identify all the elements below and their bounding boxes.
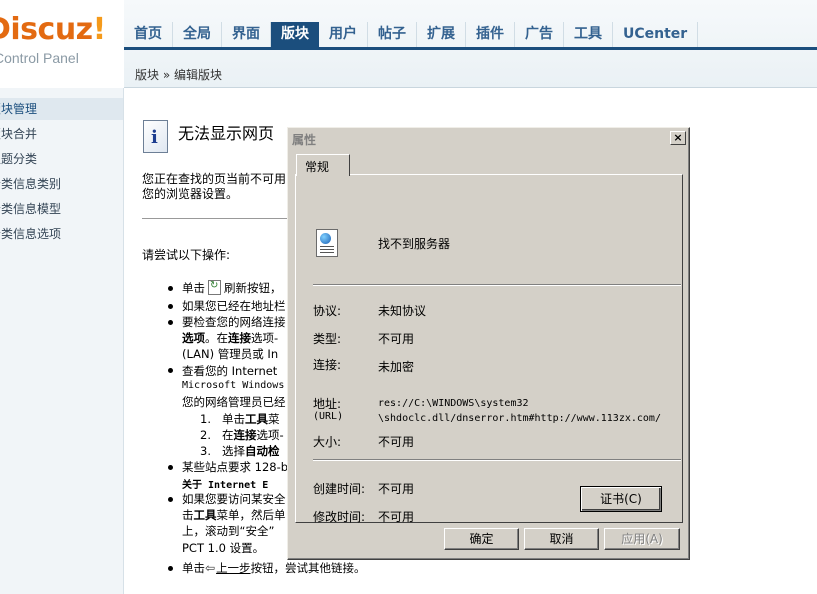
nav-plugins[interactable]: 插件	[466, 22, 515, 47]
type-label: 类型:	[313, 332, 342, 346]
refresh-icon	[208, 280, 221, 295]
bullet-secure-line4: PCT 1.0 设置。	[182, 541, 265, 555]
header: Discuz! Control Panel 首页 全局 界面 版块 用户 帖子 …	[0, 0, 817, 88]
created-value: 不可用	[378, 482, 415, 496]
ok-button[interactable]: 确定	[444, 528, 519, 550]
created-label: 创建时间:	[313, 482, 366, 496]
modified-value: 不可用	[378, 510, 415, 524]
address-line2: \shdoclc.dll/dnserror.htm#http://www.113…	[378, 413, 661, 424]
tab-general[interactable]: 常规	[296, 154, 350, 176]
page-name: 找不到服务器	[378, 237, 451, 251]
logo-text: Discuz!	[0, 12, 106, 47]
back-link[interactable]: 上一步	[216, 561, 251, 575]
dialog-separator	[313, 459, 681, 461]
nav-home[interactable]: 首页	[124, 22, 173, 47]
nav-extensions[interactable]: 扩展	[417, 22, 466, 47]
apply-button[interactable]: 应用(A)	[604, 528, 680, 550]
bullet-dot	[168, 320, 173, 325]
nav-users[interactable]: 用户	[319, 22, 368, 47]
dialog-title: 属性	[292, 133, 317, 147]
bullet-dot	[168, 304, 173, 309]
nav-global[interactable]: 全局	[173, 22, 222, 47]
sub-step-1: 1. 单击工具菜	[200, 412, 280, 426]
modified-label: 修改时间:	[313, 510, 366, 524]
size-value: 不可用	[378, 435, 415, 449]
nav-ads[interactable]: 广告	[515, 22, 564, 47]
bullet-address-bar: 如果您已经在地址栏	[182, 299, 286, 313]
dialog-separator	[313, 284, 681, 286]
try-heading: 请尝试以下操作:	[142, 248, 231, 262]
bullet-secure-line3: 上，滚动到“安全”	[182, 524, 275, 538]
certificate-button[interactable]: 证书(C)	[580, 486, 662, 512]
cancel-button[interactable]: 取消	[524, 528, 599, 550]
protocol-value: 未知协议	[378, 304, 427, 318]
nav-style[interactable]: 界面	[222, 22, 271, 47]
bullet-back: 单击⇦上一步按钮，尝试其他链接。	[182, 561, 366, 575]
error-divider	[142, 218, 288, 219]
nav-underline	[124, 47, 817, 50]
sidebar-item-thread-types[interactable]: 主题分类	[0, 148, 123, 170]
sidebar-item-forum-merge[interactable]: 版块合并	[0, 123, 123, 145]
bullet-network-line2: 选项。在连接选项-	[182, 331, 279, 345]
bullet-128bit-line1: 某些站点要求 128-b	[182, 460, 289, 474]
address-label: 地址:	[313, 397, 342, 411]
bullet-internet-line3: 您的网络管理员已经	[182, 395, 286, 409]
bullet-dot	[168, 465, 173, 470]
breadcrumb: 版块 » 编辑版块	[135, 68, 222, 82]
bullet-128bit-line2: 关于 Internet E	[182, 480, 269, 491]
logo[interactable]: Discuz! Control Panel	[0, 0, 124, 88]
info-icon: i	[143, 120, 168, 153]
bullet-dot	[168, 566, 173, 571]
back-arrow-icon: ⇦	[205, 561, 216, 575]
bullet-network-line3: (LAN) 管理员或 In	[182, 347, 279, 361]
nav-forums[interactable]: 版块	[271, 22, 319, 47]
bullet-network-line1: 要检查您的网络连接	[182, 315, 286, 329]
bullet-internet-line1: 查看您的 Internet	[182, 364, 278, 378]
top-navigation: 首页 全局 界面 版块 用户 帖子 扩展 插件 广告 工具 UCenter	[124, 22, 699, 47]
size-label: 大小:	[313, 435, 342, 449]
sub-step-3: 3. 选择自动检	[200, 444, 280, 458]
bullet-secure-line2: 击工具菜单，然后单	[182, 508, 286, 522]
error-paragraph-line2: 您的浏览器设置。	[142, 187, 239, 201]
nav-tools[interactable]: 工具	[564, 22, 613, 47]
protocol-label: 协议:	[313, 304, 342, 318]
bullet-internet-line2: Microsoft Windows	[182, 380, 285, 391]
bullet-dot	[168, 286, 173, 291]
sub-step-2: 2. 在连接选项-	[200, 428, 284, 442]
sidebar-item-info-options[interactable]: 分类信息选项	[0, 223, 123, 245]
close-icon[interactable]: ×	[670, 131, 686, 145]
logo-subtitle: Control Panel	[0, 50, 79, 66]
sidebar-item-info-categories[interactable]: 分类信息类别	[0, 173, 123, 195]
bullet-dot	[168, 497, 173, 502]
dialog-panel: 找不到服务器 协议: 未知协议 类型: 不可用 连接: 未加密 地址: (URL…	[295, 174, 683, 524]
address-url-label: (URL)	[313, 411, 344, 422]
sidebar-item-forum-manage[interactable]: 版块管理	[0, 98, 123, 120]
connection-label: 连接:	[313, 358, 342, 372]
web-page-icon	[316, 229, 338, 257]
sidebar-item-info-models[interactable]: 分类信息模型	[0, 198, 123, 220]
nav-ucenter[interactable]: UCenter	[613, 22, 699, 47]
sidebar: 版块管理 版块合并 主题分类 分类信息类别 分类信息模型 分类信息选项	[0, 88, 124, 594]
error-title: 无法显示网页	[178, 124, 275, 143]
nav-threads[interactable]: 帖子	[368, 22, 417, 47]
type-value: 不可用	[378, 332, 415, 346]
bullet-refresh: 单击刷新按钮，	[182, 280, 282, 296]
bullet-secure-line1: 如果您要访问某安全	[182, 492, 286, 506]
address-line1: res://C:\WINDOWS\system32	[378, 398, 529, 409]
connection-value: 未加密	[378, 360, 415, 374]
properties-dialog: 属性 × 常规 找不到服务器 协议: 未知协议 类型: 不可用 连接: 未加密 …	[287, 127, 690, 560]
bullet-dot	[168, 368, 173, 373]
dialog-titlebar[interactable]: 属性 ×	[290, 130, 687, 148]
